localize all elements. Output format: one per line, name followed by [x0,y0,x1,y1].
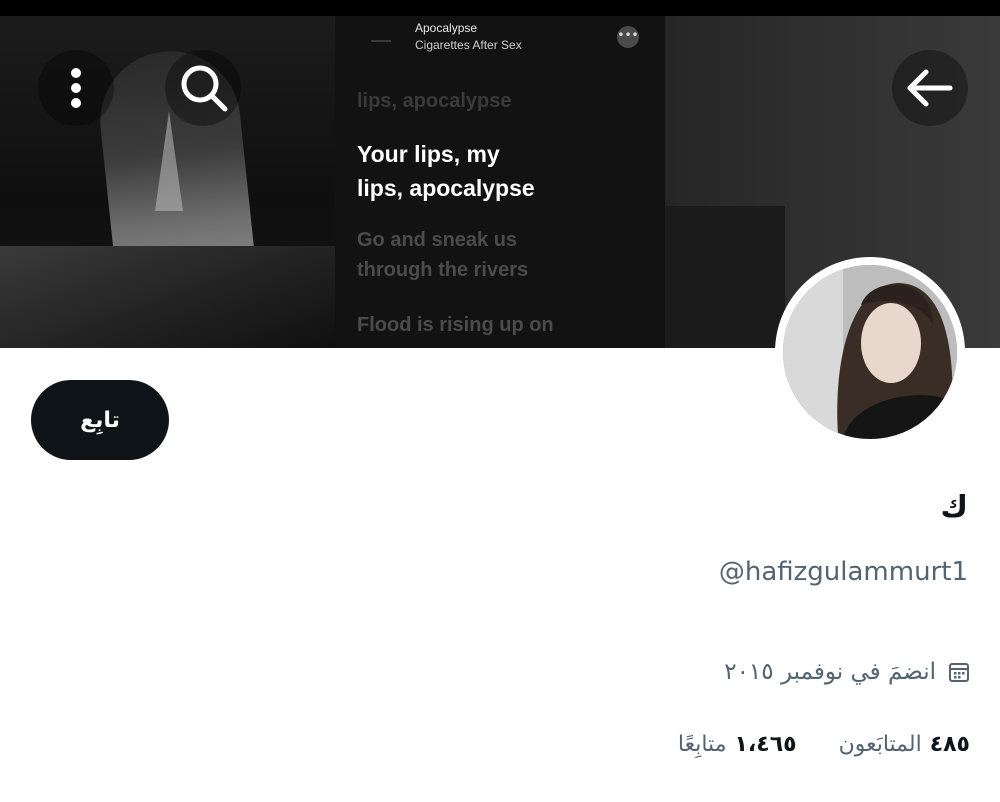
search-button[interactable] [165,50,241,126]
lyric-next-line3: Flood is rising up on [357,314,554,336]
song-artist: Cigarettes After Sex [415,38,522,52]
back-button[interactable] [892,50,968,126]
status-bar [0,0,1000,16]
song-title: Apocalypse [415,21,478,35]
display-name: ك [940,490,969,525]
eiffel-tower-shape [155,111,183,211]
joined-text: انضمَ في نوفمبر ٢٠١٥ [724,659,936,685]
lyric-main-line2: lips, apocalypse [357,175,535,201]
more-vertical-icon [71,68,81,108]
lyric-next-line1: Go and sneak us [357,229,518,251]
follow-stats: ٤٨٥ المتابَعون ١،٤٦٥ متابِعًا [678,726,970,762]
lyric-next-line2: through the rivers [357,259,529,281]
search-icon [181,65,228,112]
followers-label: المتابَعون [838,731,922,757]
lyric-faded-top: lips, apocalypse [357,90,512,112]
user-handle: @hafizgulammurt1 [718,557,968,587]
more-options-button[interactable] [38,50,114,126]
lyric-main-line1: Your lips, my [357,141,500,167]
profile-avatar[interactable] [775,257,965,447]
joined-date: انضمَ في نوفمبر ٢٠١٥ [724,655,970,689]
follow-button[interactable]: تابِع [31,380,169,460]
calendar-icon [949,663,969,682]
followers-link[interactable]: ٤٨٥ المتابَعون [839,732,970,757]
followers-count: ٤٨٥ [929,731,970,757]
arrow-left-icon [907,69,953,107]
following-label: متابِعًا [677,731,727,757]
song-more-icon: ••• [617,26,639,48]
avatar-image [783,265,957,439]
following-count: ١،٤٦٥ [734,731,797,757]
following-link[interactable]: ١،٤٦٥ متابِعًا [678,732,797,757]
